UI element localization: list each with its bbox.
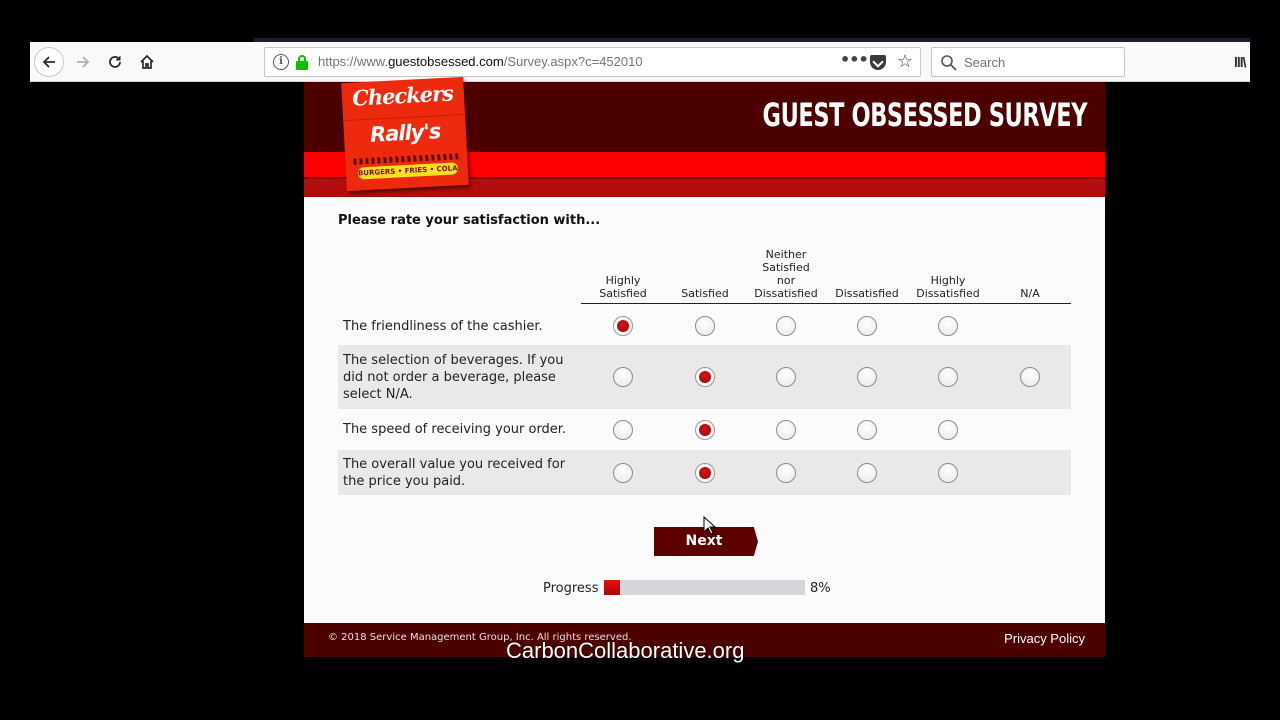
column-header-line: nor xyxy=(776,274,796,287)
column-header-line: Highly xyxy=(605,274,641,287)
rating-row: The friendliness of the cashier. xyxy=(338,307,1071,345)
rating-row: The selection of beverages. If you did no… xyxy=(338,345,1071,409)
question-label-line: The friendliness of the cashier. xyxy=(343,319,543,334)
progress-bar xyxy=(604,580,805,595)
home-button[interactable] xyxy=(132,47,162,77)
survey-title: GUEST OBSESSED SURVEY xyxy=(762,96,1087,134)
url-path: /Survey.aspx?c=452010 xyxy=(503,54,643,69)
radio-n-a[interactable] xyxy=(1020,367,1040,387)
radio-neither-satisfied-nor-dissatisfied[interactable] xyxy=(776,463,796,483)
radio-highly-satisfied[interactable] xyxy=(613,316,633,336)
progress-fill xyxy=(604,580,621,595)
radio-highly-dissatisfied[interactable] xyxy=(938,316,958,336)
rating-column-headers: Highly Satisfied Satisfied Neither Satisfied… xyxy=(581,245,1071,304)
rating-row: The speed of receiving your order. xyxy=(338,409,1071,450)
column-header: Neither Satisfied nor Dissatisfied xyxy=(745,248,827,300)
question-label: The overall value you received for the pr… xyxy=(343,456,565,490)
url-text[interactable]: https://www.guestobsessed.com/Survey.asp… xyxy=(318,54,643,69)
search-icon xyxy=(941,55,957,71)
question-label-line: select N/A. xyxy=(343,387,413,402)
radio-satisfied[interactable] xyxy=(695,316,715,336)
forward-arrow-icon xyxy=(77,56,90,68)
radio-highly-satisfied[interactable] xyxy=(613,463,633,483)
progress-percent: 8% xyxy=(810,581,831,596)
radio-dissatisfied[interactable] xyxy=(857,420,877,440)
info-icon[interactable]: i xyxy=(273,54,289,70)
column-header: N/A xyxy=(989,287,1071,300)
question-prompt: Please rate your satisfaction with... xyxy=(338,213,601,228)
star-icon[interactable]: ☆ xyxy=(897,51,913,72)
radio-neither-satisfied-nor-dissatisfied[interactable] xyxy=(776,367,796,387)
question-label-line: The overall value you received for xyxy=(343,457,566,472)
survey-page: Checkers Rally's BURGERS • FRIES • COLAS… xyxy=(304,76,1105,657)
radio-satisfied[interactable] xyxy=(695,367,715,387)
column-header-line: Satisfied xyxy=(599,287,647,300)
column-header-line: Neither xyxy=(765,248,807,261)
radio-dissatisfied[interactable] xyxy=(857,367,877,387)
question-label-line: did not order a beverage, please xyxy=(343,370,556,385)
column-header-line: Dissatisfied xyxy=(916,287,980,300)
radio-highly-satisfied[interactable] xyxy=(613,367,633,387)
privacy-policy-link[interactable]: Privacy Policy xyxy=(1004,631,1085,646)
radio-highly-dissatisfied[interactable] xyxy=(938,367,958,387)
home-icon xyxy=(140,54,154,69)
column-header: Highly Satisfied xyxy=(582,274,664,300)
column-header-line: Highly xyxy=(930,274,966,287)
forward-button[interactable] xyxy=(68,47,98,77)
logo-checkers-text: Checkers xyxy=(351,80,454,111)
search-input[interactable]: Search xyxy=(931,47,1125,77)
radio-highly-dissatisfied[interactable] xyxy=(938,463,958,483)
question-label-line: The selection of beverages. If you xyxy=(343,353,564,368)
question-label: The speed of receiving your order. xyxy=(343,421,566,438)
radio-satisfied[interactable] xyxy=(695,420,715,440)
column-header-line: Dissatisfied xyxy=(835,287,899,300)
logo-rallys-text: Rally's xyxy=(369,119,441,147)
radio-dissatisfied[interactable] xyxy=(857,463,877,483)
survey-header: Checkers Rally's BURGERS • FRIES • COLAS… xyxy=(304,76,1105,197)
rating-row: The overall value you received for the pr… xyxy=(338,450,1071,495)
question-label: The selection of beverages. If you did no… xyxy=(343,352,564,403)
mouse-cursor-icon xyxy=(703,516,717,535)
radio-dissatisfied[interactable] xyxy=(857,316,877,336)
library-icon[interactable]: lll\ xyxy=(1234,54,1247,70)
radio-highly-satisfied[interactable] xyxy=(613,420,633,440)
radio-neither-satisfied-nor-dissatisfied[interactable] xyxy=(776,316,796,336)
watermark-text: CarbonCollaborative.org xyxy=(506,638,745,663)
more-icon[interactable]: ••• xyxy=(840,50,869,69)
checkers-rallys-logo: Checkers Rally's BURGERS • FRIES • COLAS xyxy=(341,76,469,192)
reload-button[interactable] xyxy=(100,47,130,77)
question-label: The friendliness of the cashier. xyxy=(343,318,543,335)
browser-toolbar: i https://www.guestobsessed.com/Survey.a… xyxy=(30,42,1250,82)
question-label-line: the price you paid. xyxy=(343,474,466,489)
column-header-line: N/A xyxy=(1020,287,1040,300)
pocket-icon[interactable] xyxy=(870,55,886,70)
radio-neither-satisfied-nor-dissatisfied[interactable] xyxy=(776,420,796,440)
search-placeholder: Search xyxy=(964,55,1006,70)
column-header-line: Dissatisfied xyxy=(754,287,818,300)
url-prefix: https://www. xyxy=(318,54,389,69)
back-button[interactable] xyxy=(34,47,64,77)
back-arrow-icon xyxy=(42,56,55,68)
lock-icon[interactable] xyxy=(296,55,308,70)
column-header: Highly Dissatisfied xyxy=(907,274,989,300)
radio-highly-dissatisfied[interactable] xyxy=(938,420,958,440)
column-header: Dissatisfied xyxy=(826,287,908,300)
question-label-line: The speed of receiving your order. xyxy=(343,422,567,437)
progress-label: Progress xyxy=(543,581,599,596)
column-header-line: Satisfied xyxy=(681,287,729,300)
url-host: guestobsessed.com xyxy=(388,54,504,69)
logo-tagline: BURGERS • FRIES • COLAS xyxy=(357,162,459,180)
column-header-line: Satisfied xyxy=(762,261,810,274)
radio-satisfied[interactable] xyxy=(695,463,715,483)
address-bar[interactable]: i https://www.guestobsessed.com/Survey.a… xyxy=(264,47,921,77)
column-header: Satisfied xyxy=(664,287,746,300)
reload-icon xyxy=(109,56,121,68)
